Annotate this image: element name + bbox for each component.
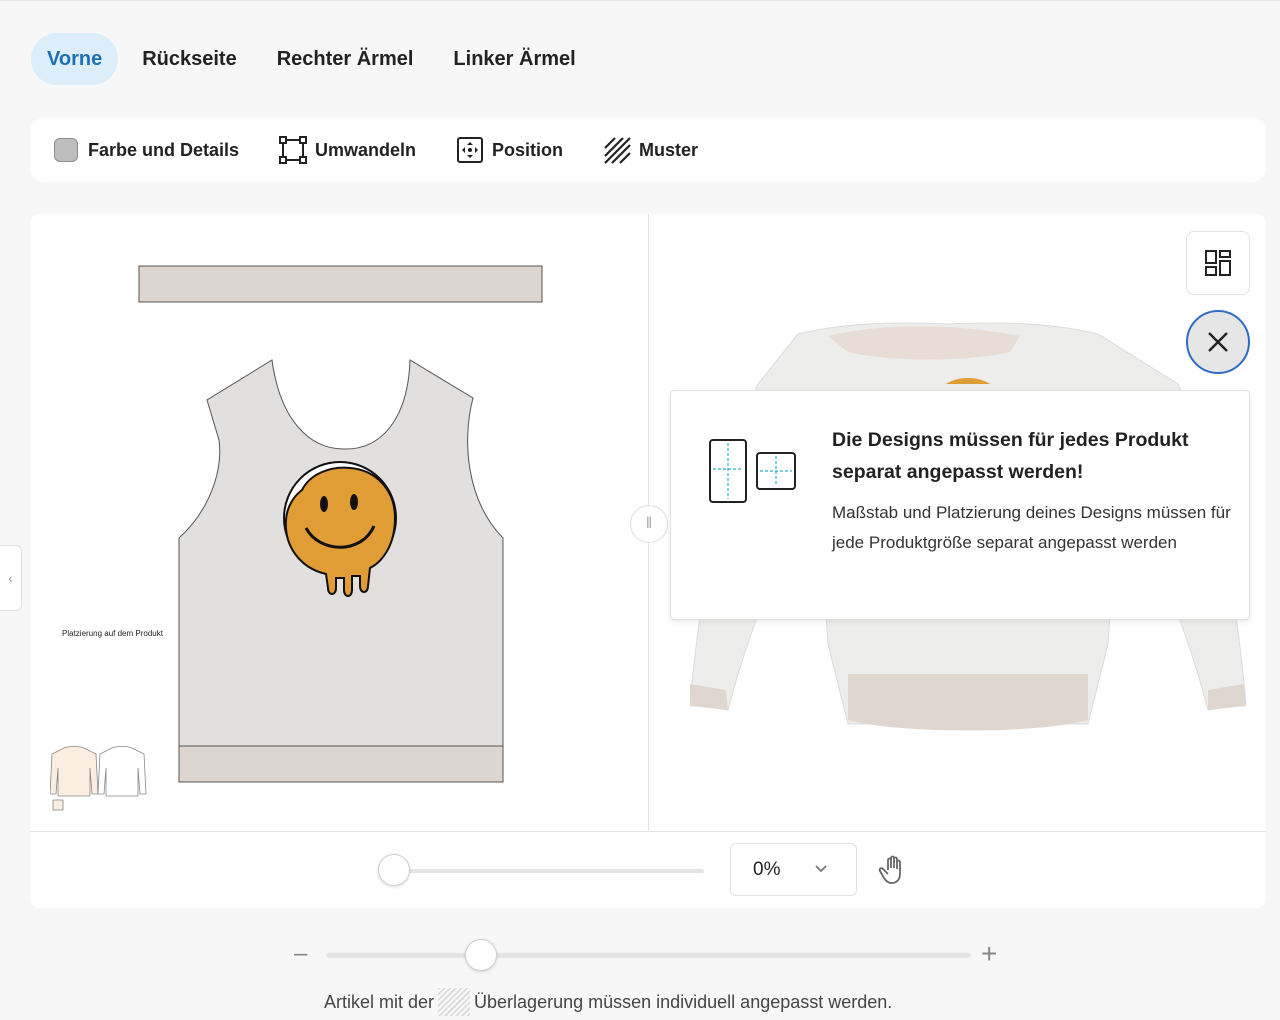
placement-label: Platzierung auf dem Produkt [62, 629, 163, 638]
zoom-slider[interactable] [326, 939, 971, 971]
tooltip-title: Die Designs müssen für jedes Produkt sep… [832, 429, 1189, 483]
opacity-slider-thumb[interactable] [378, 854, 410, 886]
zoom-in-button[interactable]: + [981, 940, 1005, 968]
tooltip-body: Maßstab und Platzierung deines Designs m… [832, 503, 1231, 552]
thumbnail-front[interactable] [50, 746, 99, 811]
split-handle[interactable]: ‖ [630, 505, 668, 543]
chevron-left-icon: ‹ [8, 570, 13, 586]
tab-back[interactable]: Rückseite [126, 33, 253, 85]
top-border [0, 0, 1280, 1]
hand-icon[interactable] [878, 854, 910, 886]
size-adjust-tooltip: Die Designs müssen für jedes Produkt sep… [670, 390, 1250, 620]
sidebar-toggle[interactable]: ‹ [0, 545, 22, 611]
zoom-value: 0% [753, 858, 781, 880]
waist-rib-piece [178, 745, 504, 783]
color-details-button[interactable]: Farbe und Details [52, 136, 239, 164]
product-thumbnails[interactable] [50, 744, 150, 814]
footnote-after: Überlagerung müssen individuell angepass… [474, 991, 893, 1012]
view-tabs: Vorne Rückseite Rechter Ärmel Linker Ärm… [31, 33, 600, 85]
split-handle-icon: ‖ [645, 515, 653, 532]
position-label: Position [492, 139, 564, 160]
layout-toggle-button[interactable] [1186, 231, 1250, 295]
collar-rib-piece [138, 265, 543, 303]
controls-divider [30, 831, 1266, 832]
zoom-out-button[interactable]: – [294, 942, 314, 966]
editor-panel: Platzierung auf dem Produkt ‖ Die Design… [30, 214, 1266, 908]
swatch-icon [52, 136, 80, 164]
zoom-select[interactable]: 0% [730, 843, 857, 896]
layout-grid-icon [1205, 250, 1231, 276]
opacity-slider[interactable] [378, 854, 704, 886]
overlay-footnote: Artikel mit der Überlagerung müssen indi… [324, 988, 892, 1016]
flat-pattern-canvas[interactable] [130, 260, 570, 800]
thumbnail-back[interactable] [97, 746, 147, 797]
transform-button[interactable]: Umwandeln [279, 136, 416, 164]
close-tooltip-button[interactable] [1186, 310, 1250, 374]
tab-front[interactable]: Vorne [31, 33, 119, 85]
chevron-down-icon [815, 865, 827, 873]
pattern-button[interactable]: Muster [603, 136, 698, 164]
overlay-hatch-icon [438, 988, 471, 1016]
position-button[interactable]: Position [456, 136, 563, 164]
tab-right-sleeve[interactable]: Rechter Ärmel [261, 33, 430, 85]
footnote-before: Artikel mit der [324, 991, 435, 1012]
transform-icon [279, 136, 308, 164]
position-icon [456, 136, 484, 164]
pattern-label: Muster [639, 139, 699, 160]
design-toolbar: Farbe und Details Umwandeln Position Mus… [30, 118, 1266, 182]
zoom-slider-thumb[interactable] [464, 939, 497, 971]
tab-left-sleeve[interactable]: Linker Ärmel [437, 33, 591, 85]
transform-label: Umwandeln [315, 139, 417, 160]
pattern-icon [603, 136, 631, 164]
size-compare-icon [709, 439, 796, 503]
close-icon [1208, 332, 1228, 352]
color-details-label: Farbe und Details [88, 139, 240, 160]
